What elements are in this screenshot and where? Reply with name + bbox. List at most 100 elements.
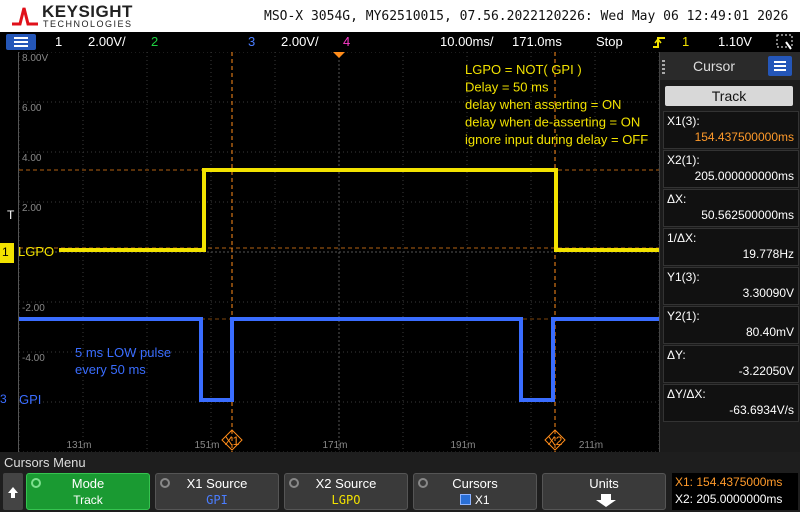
menu-title: Cursors Menu <box>4 455 86 470</box>
ch1-ground-marker[interactable]: 1 <box>0 243 14 263</box>
measurement-label: X2(1): <box>667 153 700 167</box>
mode-softkey[interactable]: Mode Track <box>26 473 150 510</box>
x1-source-value: GPI <box>206 493 228 507</box>
pulse-note-line: every 50 ms <box>75 362 146 377</box>
x2-source-softkey[interactable]: X2 Source LGPO <box>284 473 408 510</box>
trigger-level-marker[interactable]: T <box>7 208 14 222</box>
measurement-row: X1(3): 154.437500000ms <box>663 111 799 149</box>
x-tick-label: 191m <box>450 440 475 451</box>
x1-source-label: X1 Source <box>186 476 248 491</box>
cursors-label: Cursors <box>452 476 498 491</box>
trigger-level[interactable]: 1.10V <box>718 34 752 49</box>
ch1-number[interactable]: 1 <box>55 34 62 49</box>
cursors-value: X1 <box>414 493 536 507</box>
units-softkey[interactable]: Units <box>542 473 666 510</box>
run-state: Stop <box>596 34 623 49</box>
measurement-value: 3.30090V <box>742 286 794 300</box>
lgpo-channel-label: LGPO <box>18 244 55 259</box>
ch1-scale[interactable]: 2.00V/ <box>88 34 126 49</box>
panel-menu-icon[interactable] <box>768 56 792 76</box>
brand-subtitle: TECHNOLOGIES <box>43 19 133 29</box>
cursor-select-icon <box>460 494 472 505</box>
y-tick-label: 2.00 <box>22 203 42 214</box>
ch3-scale[interactable]: 2.00V/ <box>281 34 319 49</box>
x-tick-label: 151m <box>194 440 219 451</box>
mode-value: Track <box>73 493 103 507</box>
title-bar: KEYSIGHT TECHNOLOGIES MSO-X 3054G, MY625… <box>0 0 800 32</box>
x-tick-label: 131m <box>66 440 91 451</box>
mode-label: Mode <box>71 476 105 491</box>
y-tick-label: 6.00 <box>22 103 42 114</box>
measurement-row: ΔX: 50.562500000ms <box>663 189 799 227</box>
measurement-row: Y1(3): 3.30090V <box>663 267 799 305</box>
annotation-line: delay when asserting = ON <box>465 97 621 112</box>
measurement-row: ΔY/ΔX: -63.6934V/s <box>663 384 799 422</box>
measurement-value: 80.40mV <box>745 325 794 339</box>
keysight-wave-icon <box>12 7 38 26</box>
drag-handle-icon[interactable] <box>662 60 665 74</box>
measurement-row: ΔY: -3.22050V <box>663 345 799 383</box>
measurement-row: X2(1): 205.000000000ms <box>663 150 799 188</box>
trigger-edge-icon <box>653 37 665 48</box>
measurement-value: 205.000000000ms <box>694 169 794 183</box>
measurement-label: 1/ΔX: <box>667 231 697 245</box>
x-tick-label: 171m <box>322 440 347 451</box>
readout-x2: X2: 205.0000000ms <box>675 492 783 506</box>
keysight-logo: KEYSIGHT TECHNOLOGIES <box>10 2 133 30</box>
cursors-softkey[interactable]: Cursors X1 <box>413 473 537 510</box>
measurement-label: ΔY: <box>667 348 686 362</box>
readout-x1: X1: 154.4375000ms <box>675 475 783 489</box>
y-tick-label: -4.00 <box>22 353 45 364</box>
home-icon[interactable] <box>3 473 23 510</box>
ch3-number[interactable]: 3 <box>248 34 255 49</box>
measurement-value: 154.437500000ms <box>694 130 794 144</box>
trigger-source[interactable]: 1 <box>682 34 689 49</box>
x2-source-value: LGPO <box>331 493 361 507</box>
ch4-number[interactable]: 4 <box>343 34 350 49</box>
annotation-line: delay when de-asserting = ON <box>465 115 640 130</box>
units-label: Units <box>589 476 619 491</box>
measurement-label: ΔX: <box>667 192 687 206</box>
measurement-row: Y2(1): 80.40mV <box>663 306 799 344</box>
ch2-number[interactable]: 2 <box>151 34 158 49</box>
cursor-panel-header: Cursor <box>660 52 800 80</box>
annotation-line: ignore input during delay = OFF <box>465 132 648 147</box>
touch-zoom-icon[interactable] <box>776 34 794 50</box>
measurement-value: 50.562500000ms <box>701 208 794 222</box>
instrument-info: MSO-X 3054G, MY62510015, 07.56.202212022… <box>264 9 789 24</box>
measurement-label: Y2(1): <box>667 309 700 323</box>
channel-bar: 1 2.00V/ 2 3 2.00V/ 4 10.00ms/ 171.0ms S… <box>0 32 800 52</box>
timebase-delay[interactable]: 171.0ms <box>512 34 562 49</box>
annotation-line: LGPO = NOT( GPI ) <box>465 62 582 77</box>
main-menu-icon[interactable] <box>6 34 36 50</box>
measurement-label: ΔY/ΔX: <box>667 387 706 401</box>
measurement-label: Y1(3): <box>667 270 700 284</box>
softkey-bar: Cursors Menu Mode Track X1 Source GPI X2… <box>0 452 800 512</box>
cursor-panel-title: Cursor <box>693 58 736 74</box>
trigger-position-icon <box>333 52 345 58</box>
ch3-ground-marker[interactable]: 3 <box>0 392 7 406</box>
cursor-label: X1 <box>225 434 240 448</box>
track-button[interactable]: Track <box>665 86 793 106</box>
measurement-label: X1(3): <box>667 114 700 128</box>
measurement-value: 19.778Hz <box>742 247 794 261</box>
measurement-value: -3.22050V <box>738 364 794 378</box>
timebase-scale[interactable]: 10.00ms/ <box>440 34 493 49</box>
annotation-line: Delay = 50 ms <box>465 80 549 95</box>
x1-source-softkey[interactable]: X1 Source GPI <box>155 473 279 510</box>
x2-source-label: X2 Source <box>315 476 377 491</box>
cursor-readout: X1: 154.4375000ms X2: 205.0000000ms <box>672 473 798 510</box>
submenu-arrow-icon <box>596 494 616 507</box>
y-tick-label: 4.00 <box>22 153 42 164</box>
waveform-canvas[interactable]: 8.00V6.004.002.00-2.00-4.00-8.00131m151m… <box>19 52 659 452</box>
x-tick-label: 211m <box>579 440 603 451</box>
measurement-value: -63.6934V/s <box>729 403 794 417</box>
measurement-row: 1/ΔX: 19.778Hz <box>663 228 799 266</box>
waveform-display[interactable]: 8.00V6.004.002.00-2.00-4.00-8.00131m151m… <box>18 52 660 452</box>
pulse-note-line: 5 ms LOW pulse <box>75 345 171 360</box>
cursor-label: X2 <box>548 434 563 448</box>
gpi-channel-label: GPI <box>19 392 42 407</box>
cursor-panel: Cursor Track X1(3): 154.437500000ms X2(1):… <box>660 52 800 452</box>
y-tick-label: 8.00V <box>22 53 48 64</box>
lgpo-trace <box>59 168 659 252</box>
